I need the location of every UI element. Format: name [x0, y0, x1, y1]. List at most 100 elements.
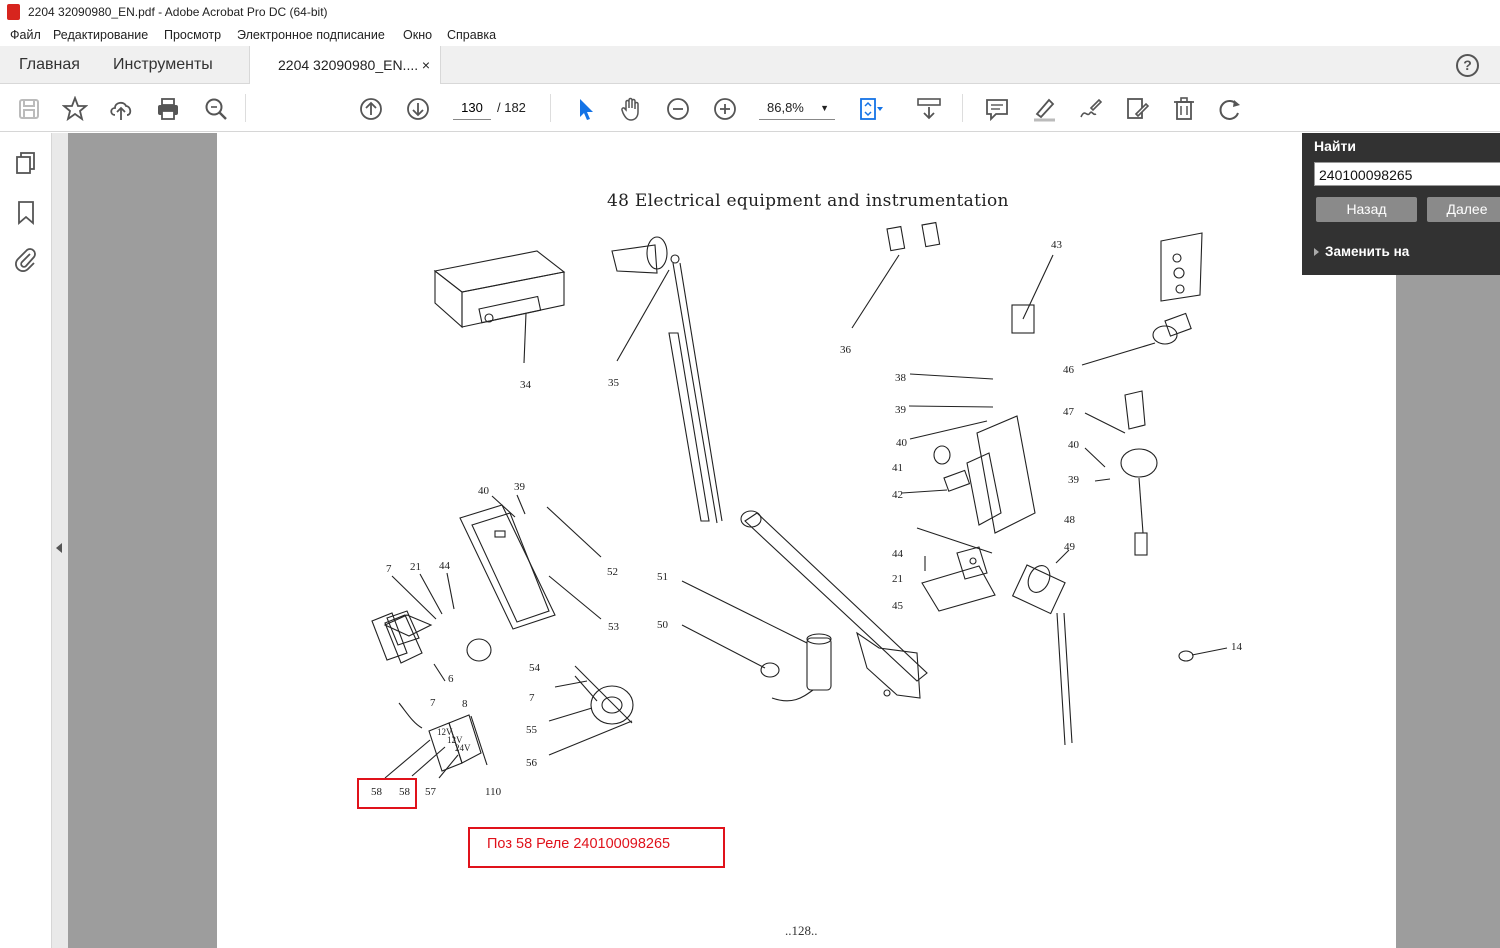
cigarette-lighter: [1152, 312, 1192, 345]
chevron-down-icon: ▼: [820, 103, 829, 113]
part-label: 53: [608, 621, 619, 633]
help-icon[interactable]: ?: [1456, 54, 1479, 77]
tab-bar: Главная Инструменты 2204 32090980_EN....…: [0, 46, 1500, 85]
page-total: / 182: [497, 100, 526, 115]
rotate-icon[interactable]: [1217, 96, 1243, 122]
title-bar: 2204 32090980_EN.pdf - Adobe Acrobat Pro…: [0, 0, 1500, 24]
sign-icon[interactable]: [1077, 96, 1103, 122]
wiper-arm-lower: [1056, 612, 1073, 746]
tab-document-label: 2204 32090980_EN....: [278, 57, 419, 73]
part-label: 36: [840, 344, 851, 356]
wiper-motor-top: [611, 236, 680, 274]
page-number-input[interactable]: [453, 96, 491, 120]
find-label: Найти: [1314, 138, 1356, 154]
highlight-icon[interactable]: [1031, 96, 1057, 122]
part-label: 7: [529, 692, 535, 704]
print-icon[interactable]: [155, 96, 181, 122]
toolbar-separator: [962, 94, 963, 122]
part-label: 39: [514, 481, 525, 493]
part-label: 24V: [455, 743, 471, 753]
zoom-out-icon[interactable]: [665, 96, 691, 122]
hand-icon[interactable]: [619, 96, 645, 122]
menu-window[interactable]: Окно: [403, 24, 432, 46]
cloud-upload-icon[interactable]: [108, 96, 134, 122]
part-label: 6: [448, 673, 454, 685]
part-label: 40: [478, 485, 489, 497]
fit-page-icon[interactable]: [857, 96, 883, 122]
annotation-text: Поз 58 Реле 240100098265: [487, 836, 671, 852]
zoom-in-icon[interactable]: [712, 96, 738, 122]
pedal-bracket: [921, 546, 996, 612]
leader-line: [916, 527, 993, 554]
tab-tools[interactable]: Инструменты: [113, 46, 213, 84]
panel-collapse-handle[interactable]: [52, 133, 68, 948]
save-icon[interactable]: [16, 96, 42, 122]
find-input[interactable]: 240100098265: [1314, 162, 1500, 186]
part-label: 57: [425, 786, 436, 798]
replace-toggle[interactable]: Заменить на: [1314, 244, 1409, 259]
highlight-box-58: [357, 778, 417, 809]
chevron-left-icon: [56, 543, 62, 553]
round-connector: [466, 638, 492, 662]
find-panel: Найти 240100098265 Назад Далее Заменить …: [1302, 133, 1500, 275]
part-label: 7: [430, 697, 436, 709]
search-icon[interactable]: [203, 96, 229, 122]
menu-help[interactable]: Справка: [447, 24, 496, 46]
accelerator-pedal: [933, 415, 1036, 534]
pdf-page: 48 Electrical equipment and instrumentat…: [217, 133, 1396, 948]
close-tab-icon[interactable]: ×: [422, 46, 430, 84]
part-label: 8: [462, 698, 468, 710]
relay-block: [371, 610, 433, 664]
scroll-mode-icon[interactable]: [916, 96, 942, 122]
part-label: 40: [896, 437, 907, 449]
find-back-button[interactable]: Назад: [1316, 197, 1417, 222]
edit-pdf-icon[interactable]: [1124, 96, 1150, 122]
bookmark-icon[interactable]: [13, 199, 39, 225]
star-icon[interactable]: [61, 95, 89, 122]
part-label: 43: [1051, 239, 1062, 251]
part-label: 47: [1063, 406, 1074, 418]
part-label: 49: [1064, 541, 1075, 553]
menu-view[interactable]: Просмотр: [164, 24, 221, 46]
replace-label: Заменить на: [1325, 244, 1410, 259]
zoom-value: 86,8%: [767, 100, 804, 115]
part-label: 50: [657, 619, 668, 631]
part-label: 54: [529, 662, 540, 674]
solenoid: [771, 633, 832, 702]
pdf-file-icon: [7, 4, 20, 20]
gear-lever: [1120, 390, 1158, 556]
part-label: 44: [892, 548, 903, 560]
paperclip-icon[interactable]: [13, 246, 39, 272]
cursor-icon[interactable]: [573, 96, 599, 122]
part-label: 21: [410, 561, 421, 573]
cover-box: [459, 504, 556, 630]
part-label: 44: [439, 560, 450, 572]
menu-edit[interactable]: Редактирование: [53, 24, 148, 46]
arrow-down-circle-icon[interactable]: [405, 96, 431, 122]
rocker-switches: [886, 221, 941, 252]
part-label: 40: [1068, 439, 1079, 451]
part-label: 45: [892, 600, 903, 612]
tab-document[interactable]: 2204 32090980_EN.... ×: [249, 46, 441, 85]
part-label: 39: [1068, 474, 1079, 486]
menu-esign[interactable]: Электронное подписание: [237, 24, 385, 46]
part-label: 55: [526, 724, 537, 736]
menu-file[interactable]: Файл: [10, 24, 41, 46]
toolbar-separator: [550, 94, 551, 122]
menu-bar: Файл Редактирование Просмотр Электронное…: [0, 24, 1500, 46]
tab-home[interactable]: Главная: [19, 46, 80, 84]
pages-icon[interactable]: [13, 150, 39, 176]
part-label: 35: [608, 377, 619, 389]
document-viewer[interactable]: 48 Electrical equipment and instrumentat…: [68, 133, 1500, 948]
comment-icon[interactable]: [984, 96, 1010, 122]
find-next-button[interactable]: Далее: [1427, 197, 1500, 222]
trash-icon[interactable]: [1171, 96, 1197, 122]
part-label: 48: [1064, 514, 1075, 526]
window-title: 2204 32090980_EN.pdf - Adobe Acrobat Pro…: [28, 5, 328, 19]
chevron-right-icon: [1314, 248, 1319, 257]
switch-panel: [1160, 232, 1203, 302]
arrow-up-circle-icon[interactable]: [358, 96, 384, 122]
part-label: 34: [520, 379, 531, 391]
zoom-select[interactable]: 86,8% ▼: [759, 96, 835, 120]
wiper-motor-bottom: [1011, 564, 1066, 615]
